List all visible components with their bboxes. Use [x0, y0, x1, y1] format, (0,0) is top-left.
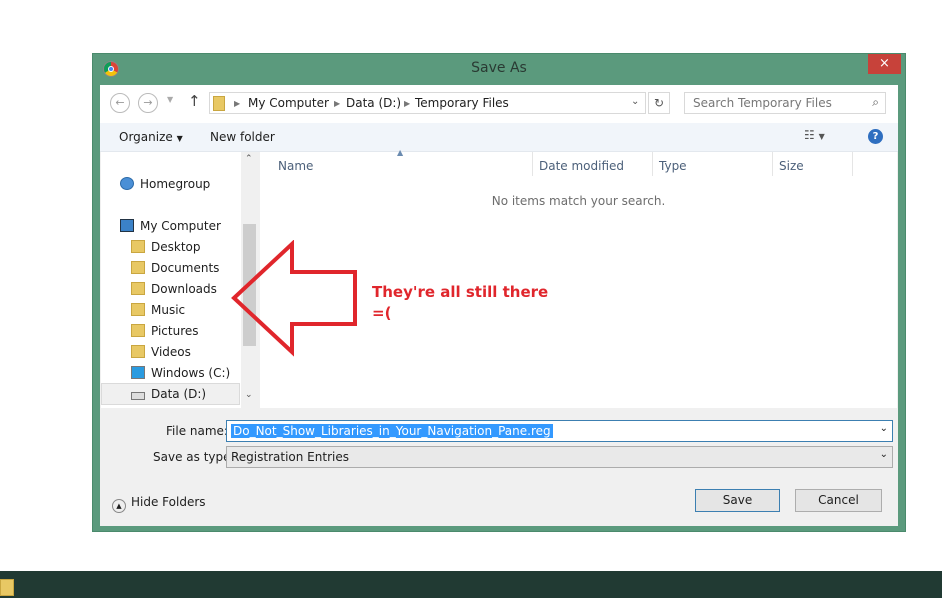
nav-label: Desktop — [151, 240, 201, 254]
nav-label: Pictures — [151, 324, 199, 338]
help-icon[interactable]: ? — [868, 129, 883, 144]
computer-icon — [120, 219, 134, 232]
organize-menu[interactable]: Organize ▼ — [119, 130, 183, 144]
drive-icon — [131, 392, 145, 400]
file-explorer-taskbar-icon[interactable] — [0, 579, 14, 596]
column-divider — [772, 152, 773, 176]
desktop-folder-icon — [131, 240, 145, 253]
nav-label: My Computer — [140, 219, 221, 233]
nav-item-data-d[interactable]: Data (D:) — [131, 387, 206, 401]
videos-folder-icon — [131, 345, 145, 358]
up-arrow-icon[interactable]: ↑ — [188, 92, 201, 110]
nav-label: Documents — [151, 261, 220, 275]
nav-label: Windows (C:) — [151, 366, 231, 380]
collapse-icon: ▲ — [112, 499, 126, 513]
column-size[interactable]: Size — [779, 159, 804, 173]
file-name-value: Do_Not_Show_Libraries_in_Your_Navigation… — [231, 424, 553, 438]
nav-item-downloads[interactable]: Downloads — [131, 282, 217, 296]
left-arrow-icon — [231, 240, 357, 357]
scroll-down-icon[interactable]: ⌄ — [245, 390, 253, 400]
annotation-line-2: =( — [372, 304, 392, 322]
column-divider — [852, 152, 853, 176]
file-name-input[interactable]: Do_Not_Show_Libraries_in_Your_Navigation… — [226, 420, 893, 442]
crumb-my-computer[interactable]: My Computer — [248, 96, 329, 110]
nav-label: Music — [151, 303, 186, 317]
search-input[interactable]: Search Temporary Files ⌕ — [684, 92, 886, 114]
back-button[interactable]: ← — [110, 93, 130, 113]
scroll-up-icon[interactable]: ⌃ — [245, 154, 253, 164]
forward-button[interactable]: → — [138, 93, 158, 113]
crumb-data-d[interactable]: Data (D:) — [346, 96, 401, 110]
downloads-folder-icon — [131, 282, 145, 295]
music-folder-icon — [131, 303, 145, 316]
nav-label: Homegroup — [140, 177, 211, 191]
dialog-title: Save As — [471, 60, 527, 76]
chevron-right-icon: ▶ — [334, 99, 341, 108]
pictures-folder-icon — [131, 324, 145, 337]
nav-label: Videos — [151, 345, 191, 359]
refresh-button[interactable]: ↻ — [648, 92, 670, 114]
view-options-icon[interactable]: ☷ ▼ — [804, 128, 825, 142]
nav-label: Downloads — [151, 282, 217, 296]
save-as-type-label: Save as type: — [153, 450, 235, 464]
caret-down-icon: ▼ — [176, 134, 183, 143]
file-name-label: File name: — [166, 424, 228, 438]
nav-item-windows-c[interactable]: Windows (C:) — [131, 366, 230, 380]
chevron-down-icon[interactable]: ⌄ — [631, 96, 639, 107]
recent-dropdown-icon[interactable]: ▼ — [167, 95, 173, 104]
hide-folders-label: Hide Folders — [131, 495, 206, 509]
windows-drive-icon — [131, 366, 145, 379]
new-folder-button[interactable]: New folder — [210, 130, 275, 144]
taskbar — [0, 571, 942, 598]
chevron-down-icon[interactable]: ⌄ — [880, 423, 888, 434]
documents-folder-icon — [131, 261, 145, 274]
nav-item-music[interactable]: Music — [131, 303, 185, 317]
nav-item-videos[interactable]: Videos — [131, 345, 191, 359]
sort-ascending-icon: ▲ — [397, 148, 404, 157]
column-type[interactable]: Type — [659, 159, 687, 173]
save-as-type-value: Registration Entries — [231, 450, 349, 464]
nav-item-documents[interactable]: Documents — [131, 261, 219, 275]
empty-message: No items match your search. — [491, 194, 666, 208]
search-placeholder: Search Temporary Files — [693, 96, 832, 110]
nav-item-desktop[interactable]: Desktop — [131, 240, 201, 254]
organize-label: Organize — [119, 130, 173, 144]
crumb-temporary-files[interactable]: Temporary Files — [415, 96, 509, 110]
nav-item-pictures[interactable]: Pictures — [131, 324, 199, 338]
column-divider — [652, 152, 653, 176]
annotation-line-1: They're all still there — [372, 283, 549, 301]
annotation-text: They're all still there =( — [372, 282, 548, 324]
homegroup-icon — [120, 177, 134, 190]
chevron-right-icon: ▶ — [404, 99, 411, 108]
address-row: ← → ▼ ↑ ▶ My Computer ▶ Data (D:) ▶ Temp… — [100, 85, 898, 123]
column-date-modified[interactable]: Date modified — [539, 159, 624, 173]
annotation-arrow — [231, 240, 357, 357]
folder-icon — [213, 96, 225, 111]
column-name[interactable]: Name — [278, 159, 313, 173]
nav-label: Data (D:) — [151, 387, 207, 401]
nav-item-homegroup[interactable]: Homegroup — [120, 177, 210, 191]
search-icon: ⌕ — [872, 95, 879, 109]
toolbar: Organize ▼ New folder ☷ ▼ ? — [100, 123, 898, 152]
cancel-button[interactable]: Cancel — [795, 489, 882, 512]
close-button[interactable]: × — [868, 54, 901, 74]
save-button[interactable]: Save — [695, 489, 780, 512]
column-divider — [532, 152, 533, 176]
chevron-down-icon[interactable]: ⌄ — [880, 449, 888, 460]
nav-item-my-computer[interactable]: My Computer — [120, 219, 221, 233]
chevron-right-icon: ▶ — [234, 99, 241, 108]
save-as-type-select[interactable]: Registration Entries ⌄ — [226, 446, 893, 468]
hide-folders-button[interactable]: ▲ Hide Folders — [112, 495, 206, 513]
address-bar[interactable]: ▶ My Computer ▶ Data (D:) ▶ Temporary Fi… — [209, 92, 646, 114]
